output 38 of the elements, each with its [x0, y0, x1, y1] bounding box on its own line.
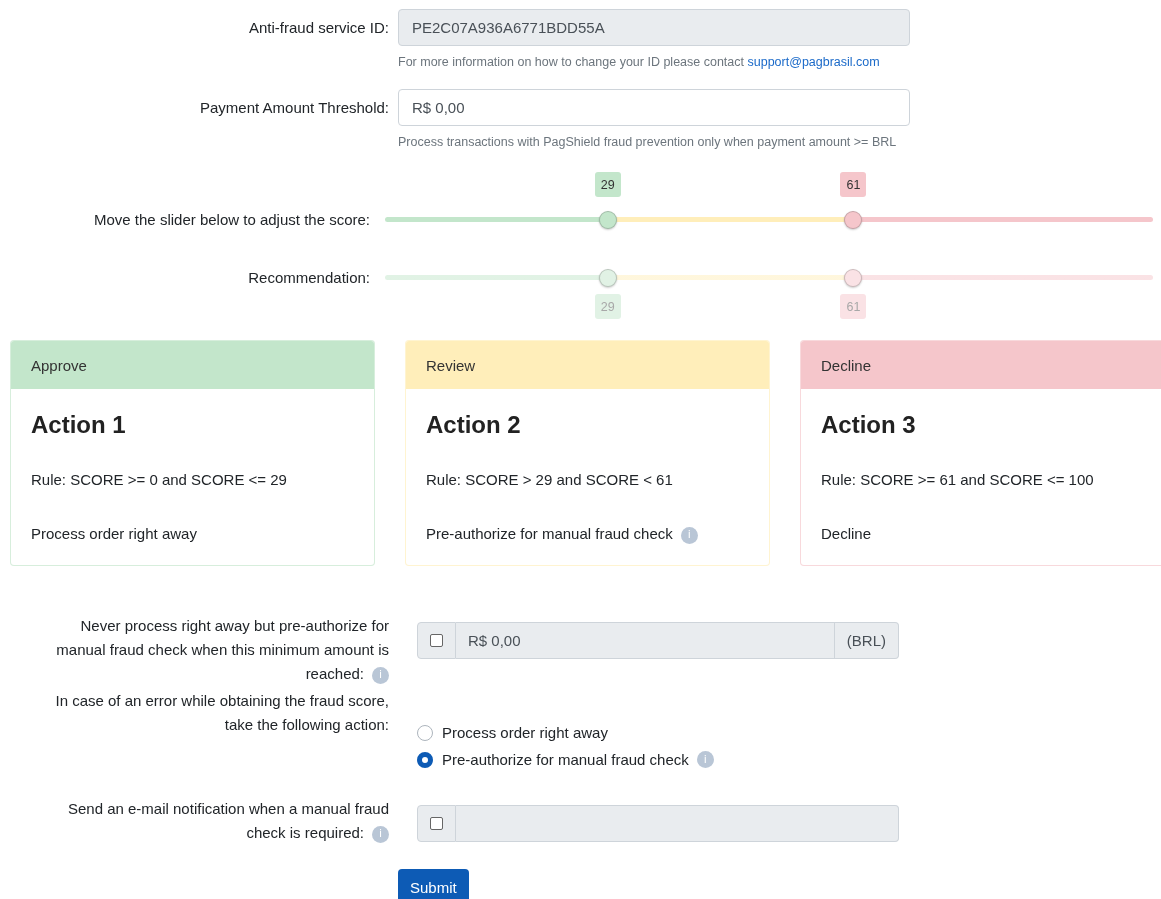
radio-button[interactable] [417, 724, 433, 741]
email-link[interactable]: support@pagbrasil.com [747, 55, 880, 69]
value-tooltip: 29 [594, 172, 621, 197]
field-label: In case of an error while obtaining the fraud score, take the following action: [54, 691, 389, 735]
card-header: Review [406, 341, 769, 389]
slider-handle[interactable] [598, 211, 617, 229]
option-label[interactable]: Pre-authorize for manual fraud check [442, 751, 689, 768]
field-label: Payment Amount Threshold: [200, 99, 389, 116]
card-header: Decline [801, 341, 1161, 389]
value-tooltip: 61 [840, 294, 867, 319]
field-label: Never process right away but pre-authorize for manual fraud check when this minimum amount is reached: i [55, 616, 389, 686]
help-text: Process transactions with PagShield fraud prevention only when payment amount >= BRL [398, 134, 898, 150]
action-text: Process order right away [31, 525, 197, 542]
value-tooltip: 29 [594, 294, 621, 319]
field-label: Recommendation: [248, 269, 370, 286]
field-label: Move the slider below to adjust the score: [94, 211, 370, 228]
checkbox[interactable] [430, 817, 443, 830]
action-text: Decline [821, 525, 872, 542]
rule-text: Rule: SCORE >= 0 and SCORE <= 29 [31, 470, 288, 490]
currency-addon: (BRL) [834, 622, 899, 659]
value-tooltip: 61 [840, 172, 867, 197]
card-title: Action 3 [821, 411, 917, 439]
card-title: Action 2 [426, 411, 522, 439]
input-field[interactable]: PE2C07A936A6771BDD55A [398, 9, 910, 46]
card-title: Action 1 [31, 411, 127, 439]
submit-button[interactable]: Submit [398, 869, 469, 899]
field-label: Send an e-mail notification when a manual fraud check is required: i [66, 799, 389, 845]
field-label: Anti-fraud service ID: [248, 19, 389, 36]
rule-text: Rule: SCORE >= 61 and SCORE <= 100 [821, 470, 1095, 490]
help-text: For more information on how to change your ID please contact support@pagbrasil.com [398, 54, 881, 70]
card-header: Approve [11, 341, 374, 389]
slider-handle[interactable] [844, 211, 863, 229]
option-label[interactable]: Process order right away [442, 724, 608, 741]
radio-button[interactable] [417, 751, 433, 768]
action-text: Pre-authorize for manual fraud check [426, 525, 673, 542]
input-field[interactable]: R$ 0,00 [398, 89, 910, 126]
checkbox[interactable] [430, 634, 443, 647]
rule-text: Rule: SCORE > 29 and SCORE < 61 [426, 470, 674, 490]
